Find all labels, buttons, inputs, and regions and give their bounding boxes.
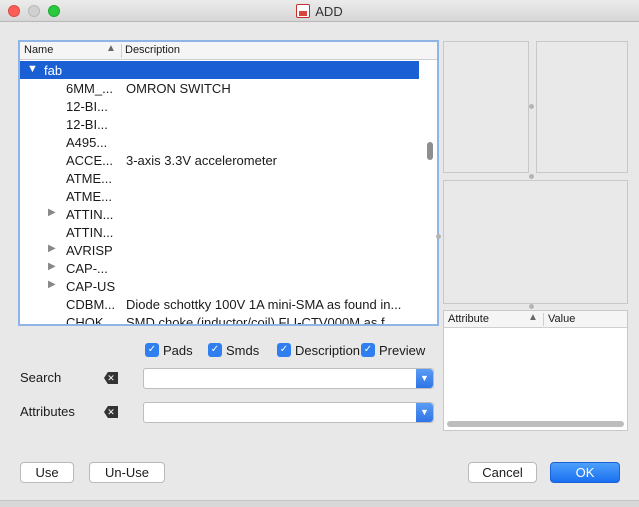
clear-attributes-icon[interactable]: ✕ [104, 406, 118, 418]
checkmark-icon: ✓ [277, 343, 291, 357]
tree-row-name: 12-BI... [66, 117, 108, 132]
expand-triangle-icon[interactable]: ▶ [48, 207, 56, 218]
splitter-handle[interactable] [529, 174, 534, 179]
tree-row-name: CAP-US [66, 279, 116, 294]
tree-row-name: CDBM... [66, 297, 116, 312]
tree-row[interactable]: 12-BI... [20, 97, 419, 115]
window-bottom-edge [0, 500, 639, 507]
column-header-value[interactable]: Value [548, 313, 575, 325]
symbol-preview-pane [536, 41, 628, 173]
column-separator[interactable] [543, 313, 544, 326]
tree-row[interactable]: ATTIN... [20, 223, 419, 241]
ok-button[interactable]: OK [550, 462, 620, 483]
column-header-attribute[interactable]: Attribute [448, 313, 489, 325]
column-header-description[interactable]: Description [125, 44, 180, 56]
search-label: Search [20, 370, 62, 385]
sort-ascending-icon: ▲ [528, 312, 538, 323]
tree-row-name: ATTIN... [66, 207, 114, 222]
attributes-label: Attributes [20, 404, 75, 419]
tree-group-row[interactable]: ▼ fab [20, 61, 419, 79]
chevron-down-icon[interactable]: ▼ [416, 369, 433, 388]
tree-row[interactable]: ATME... [20, 169, 419, 187]
tree-row[interactable]: 12-BI... [20, 115, 419, 133]
expand-triangle-icon[interactable]: ▶ [48, 243, 56, 254]
smds-checkbox[interactable]: ✓ Smds [208, 342, 259, 358]
clear-search-icon[interactable]: ✕ [104, 372, 118, 384]
tree-row-description: SMD choke (inductor/coil) FLI-CTV000M as… [126, 315, 396, 326]
tree-row[interactable]: CDBM... Diode schottky 100V 1A mini-SMA a… [20, 295, 419, 313]
splitter-handle[interactable] [529, 304, 534, 309]
tree-row-name: ACCE... [66, 153, 113, 168]
attributes-combo[interactable]: ▼ [143, 402, 434, 423]
app-icon [296, 4, 311, 18]
description-label: Description [295, 342, 361, 358]
tree-row-name: ATTIN... [66, 225, 114, 240]
preview-label: Preview [379, 342, 426, 358]
tree-row[interactable]: A495... [20, 133, 419, 151]
splitter-handle[interactable] [436, 234, 441, 239]
use-button[interactable]: Use [20, 462, 74, 483]
tree-row-name: A495... [66, 135, 108, 150]
tree-row[interactable]: 6MM_... OMRON SWITCH [20, 79, 419, 97]
tree-row-description: 3-axis 3.3V accelerometer [126, 153, 278, 168]
tree-row-name: 6MM_... [66, 81, 113, 96]
tree-row[interactable]: ACCE... 3-axis 3.3V accelerometer [20, 151, 419, 169]
tree-row[interactable]: ATME... [20, 187, 419, 205]
tree-row-name: CHOK... [66, 315, 115, 326]
unuse-button[interactable]: Un-Use [89, 462, 165, 483]
group-name: fab [44, 63, 63, 78]
tree-row-description: Diode schottky 100V 1A mini-SMA as found… [126, 297, 402, 312]
checkmark-icon: ✓ [208, 343, 222, 357]
tree-row-name: 12-BI... [66, 99, 108, 114]
tree-row[interactable]: ▶ AVRISP [20, 241, 419, 259]
window-title: ADD [315, 3, 343, 19]
cancel-button[interactable]: Cancel [468, 462, 537, 483]
tree-row[interactable]: ▶ CAP-... [20, 259, 419, 277]
search-combo[interactable]: ▼ [143, 368, 434, 389]
package-preview-pane [443, 41, 529, 173]
scroll-thumb[interactable] [427, 142, 433, 160]
tree-row[interactable]: ▶ ATTIN... [20, 205, 419, 223]
attribute-table-header: Attribute ▲ Value [444, 311, 627, 328]
collapse-triangle-icon[interactable]: ▼ [27, 63, 38, 75]
preview-checkbox[interactable]: ✓ Preview [361, 342, 425, 358]
smds-label: Smds [226, 342, 260, 358]
checkmark-icon: ✓ [145, 343, 159, 357]
checkmark-icon: ✓ [361, 343, 375, 357]
column-separator[interactable] [121, 44, 122, 58]
expand-triangle-icon[interactable]: ▶ [48, 261, 56, 272]
attribute-horizontal-scrollbar[interactable] [447, 421, 624, 427]
tree-row-name: CAP-... [66, 261, 108, 276]
chevron-down-icon[interactable]: ▼ [416, 403, 433, 422]
column-header-name[interactable]: Name [24, 44, 53, 56]
tree-row-name: AVRISP [66, 243, 113, 258]
title-bar: ADD [0, 0, 639, 22]
pads-label: Pads [163, 342, 193, 358]
title-wrap: ADD [0, 0, 639, 22]
tree-row-description: OMRON SWITCH [126, 81, 231, 96]
splitter-handle[interactable] [529, 104, 534, 109]
description-checkbox[interactable]: ✓ Description [277, 342, 360, 358]
sort-ascending-icon: ▲ [106, 43, 116, 54]
description-preview-pane [443, 180, 628, 304]
tree-row[interactable]: ▶ CAP-US [20, 277, 419, 295]
attribute-table[interactable]: Attribute ▲ Value [443, 310, 628, 431]
tree-row-name: ATME... [66, 189, 112, 204]
tree-row[interactable]: CHOK... SMD choke (inductor/coil) FLI-CTV… [20, 313, 419, 326]
pads-checkbox[interactable]: ✓ Pads [145, 342, 193, 358]
tree-vertical-scrollbar[interactable] [424, 60, 436, 324]
library-tree[interactable]: Name ▲ Description ▼ fab 6MM_... OMRON SW… [18, 40, 439, 326]
expand-triangle-icon[interactable]: ▶ [48, 279, 56, 290]
tree-row-name: ATME... [66, 171, 112, 186]
tree-header: Name ▲ Description [20, 42, 437, 60]
